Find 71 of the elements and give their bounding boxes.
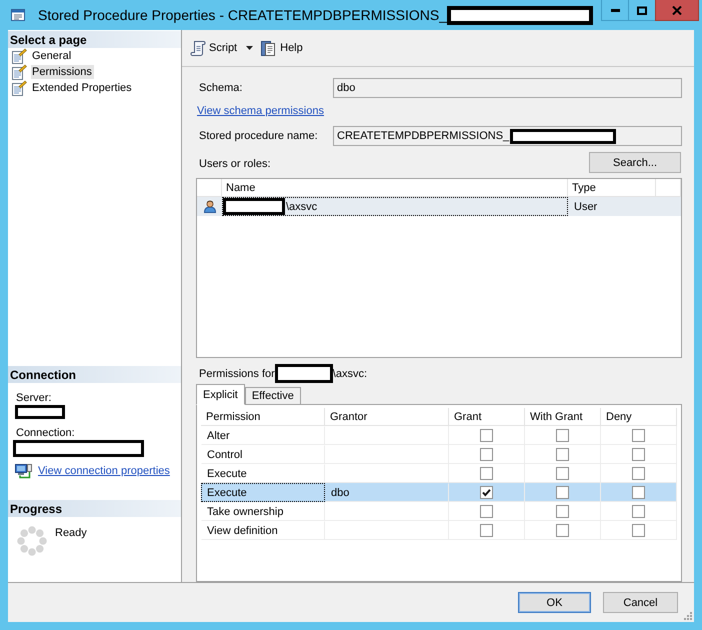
checkbox[interactable] <box>480 448 493 460</box>
checkbox[interactable] <box>632 504 645 518</box>
page-icon <box>11 64 27 80</box>
table-cell-text: User <box>573 200 598 214</box>
link[interactable]: View connection properties <box>38 465 170 477</box>
schema-field[interactable]: dbo <box>333 78 682 98</box>
checkbox[interactable] <box>632 428 645 442</box>
computer-icon <box>15 464 33 478</box>
resize-grip-icon[interactable] <box>683 611 693 621</box>
table-cell: View definition <box>201 521 325 540</box>
procedure-name-field[interactable]: CREATETEMPDBPERMISSIONS_ <box>333 126 682 146</box>
permissions-label: Permissions for <box>199 368 275 380</box>
help-button[interactable]: Help <box>260 37 303 59</box>
scroll-icon <box>190 40 206 56</box>
checkbox[interactable] <box>556 486 569 498</box>
checkbox[interactable] <box>480 486 493 498</box>
table-row[interactable]: \axsvc User <box>197 197 681 216</box>
checkbox[interactable] <box>556 524 569 536</box>
checkbox[interactable] <box>556 428 569 442</box>
book-icon <box>260 40 276 56</box>
close-button[interactable] <box>655 0 699 21</box>
table-row[interactable]: Execute dbo <box>201 483 677 502</box>
window-title: Stored Procedure Properties - CREATETEMPDBPERMISSIONS_ <box>38 7 447 23</box>
sidebar-item[interactable]: Permissions <box>31 65 94 79</box>
sidebar-item[interactable]: General <box>31 49 74 63</box>
user-icon <box>204 200 216 213</box>
tab[interactable]: Effective <box>244 387 301 405</box>
spinner-icon <box>17 526 47 556</box>
window-icon <box>11 9 25 21</box>
section-header: Connection <box>8 366 181 383</box>
search-button[interactable]: Search... <box>589 152 681 173</box>
maximize-button[interactable] <box>628 0 655 21</box>
table-row[interactable]: Take ownership <box>201 502 677 521</box>
checkbox[interactable] <box>556 466 569 480</box>
page-icon <box>11 80 27 96</box>
checkbox[interactable] <box>632 448 645 460</box>
caret-icon <box>246 46 254 50</box>
checkbox[interactable] <box>632 486 645 498</box>
checkbox[interactable] <box>480 524 493 536</box>
table-row[interactable]: Execute <box>201 464 677 483</box>
page-icon <box>11 48 27 64</box>
table-row[interactable]: Alter <box>201 426 677 445</box>
dialog-button[interactable]: OK <box>518 592 591 613</box>
sidebar-item[interactable]: Extended Properties <box>31 81 134 95</box>
minimize-icon <box>610 8 620 12</box>
checkbox[interactable] <box>632 466 645 480</box>
checkbox[interactable] <box>556 448 569 460</box>
table-row[interactable]: View definition <box>201 521 677 540</box>
section-header: Select a page <box>8 31 181 48</box>
field-label: Stored procedure name: <box>198 130 319 142</box>
toolbar-dropdown-button[interactable]: Script <box>190 37 254 59</box>
table-row[interactable]: Control <box>201 445 677 464</box>
field-label: Users or roles: <box>198 158 271 172</box>
dialog-button[interactable]: Cancel <box>603 592 678 613</box>
section-header: Progress <box>8 500 181 517</box>
link[interactable]: View schema permissions <box>197 104 324 116</box>
tab[interactable]: Explicit <box>196 384 245 405</box>
connection-label: Connection: <box>16 427 75 440</box>
checkbox[interactable] <box>480 428 493 442</box>
checkbox[interactable] <box>480 504 493 518</box>
checkbox[interactable] <box>480 466 493 480</box>
permissions-label-suffix: \axsvc: <box>332 368 368 380</box>
close-icon <box>672 6 682 14</box>
user-name: \axsvc <box>286 200 318 212</box>
checkbox[interactable] <box>556 504 569 518</box>
server-label: Server: <box>16 392 52 405</box>
checkbox[interactable] <box>632 524 645 536</box>
field-label: Schema: <box>198 82 244 94</box>
minimize-button[interactable] <box>601 0 628 21</box>
maximize-icon <box>637 6 647 14</box>
status-text: Ready <box>55 527 87 539</box>
